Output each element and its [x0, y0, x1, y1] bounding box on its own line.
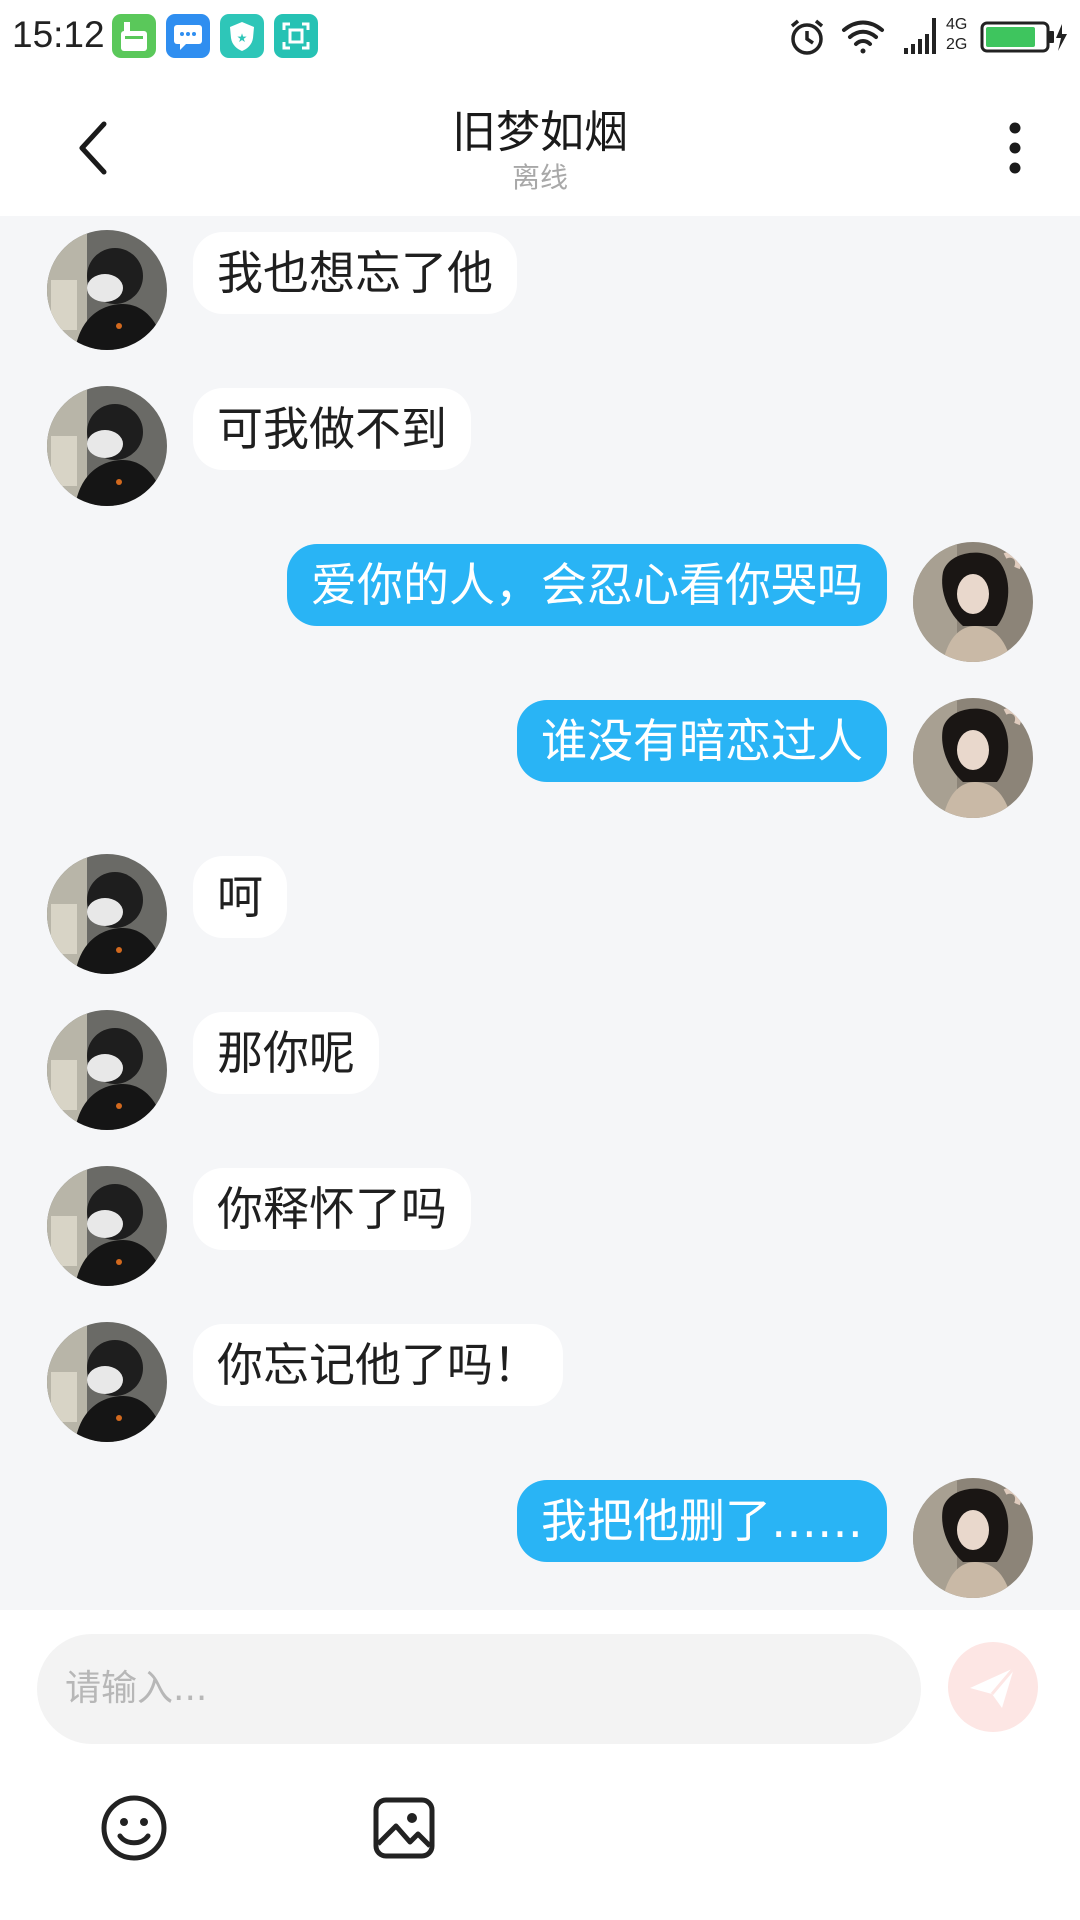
battery-icon — [980, 20, 1070, 58]
message-row: 爱你的人，会忍心看你哭吗 — [0, 542, 1080, 664]
message-row: 那你呢 — [0, 1010, 1080, 1132]
contact-avatar[interactable] — [47, 854, 167, 974]
message-bubble-incoming[interactable]: 你释怀了吗 — [193, 1168, 471, 1250]
contact-avatar-image — [47, 854, 167, 974]
network-type-top: 4G — [946, 16, 968, 33]
contact-avatar-image — [47, 386, 167, 506]
contact-avatar[interactable] — [47, 1166, 167, 1286]
my-avatar[interactable] — [913, 698, 1033, 818]
my-avatar-image — [913, 542, 1033, 662]
more-button[interactable] — [995, 118, 1035, 178]
my-avatar-image — [913, 698, 1033, 818]
scan-app-icon — [274, 14, 318, 58]
message-app-icon — [166, 14, 210, 58]
message-row: 你忘记他了吗！ — [0, 1322, 1080, 1444]
network-type-bottom: 2G — [946, 36, 968, 53]
image-button[interactable] — [368, 1792, 440, 1864]
send-button[interactable] — [948, 1642, 1038, 1732]
more-vertical-icon — [1009, 122, 1021, 174]
contact-avatar[interactable] — [47, 386, 167, 506]
image-icon — [373, 1797, 435, 1859]
message-bubble-incoming[interactable]: 你忘记他了吗！ — [193, 1324, 563, 1406]
svg-text:★: ★ — [237, 31, 248, 45]
contact-status: 离线 — [511, 161, 568, 194]
chat-area[interactable]: 我也想忘了他 可我做不到 爱你的人，会忍心看你哭吗 谁没有暗恋过人 呵 那你呢 … — [0, 216, 1080, 1610]
message-bubble-incoming[interactable]: 那你呢 — [193, 1012, 379, 1094]
message-row: 你释怀了吗 — [0, 1166, 1080, 1288]
shield-app-icon: ★ — [220, 14, 264, 58]
contact-avatar-image — [47, 230, 167, 350]
message-bubble-outgoing[interactable]: 我把他删了…… — [517, 1480, 887, 1562]
alarm-icon — [786, 16, 828, 62]
message-row: 可我做不到 — [0, 386, 1080, 508]
message-row: 我也想忘了他 — [0, 230, 1080, 352]
my-avatar-image — [913, 1478, 1033, 1598]
message-bubble-outgoing[interactable]: 爱你的人，会忍心看你哭吗 — [287, 544, 887, 626]
message-bubble-outgoing[interactable]: 谁没有暗恋过人 — [517, 700, 887, 782]
contact-avatar-image — [47, 1010, 167, 1130]
status-bar: 15:12 ★ 4G 2G — [0, 0, 1080, 74]
message-input[interactable]: 请输入... — [37, 1634, 921, 1744]
wifi-icon — [840, 18, 886, 62]
chat-header: 旧梦如烟 离线 — [0, 74, 1080, 216]
message-row: 呵 — [0, 854, 1080, 976]
contact-avatar[interactable] — [47, 230, 167, 350]
send-icon — [970, 1667, 1016, 1708]
emoji-icon — [101, 1795, 167, 1861]
contact-name: 旧梦如烟 — [452, 107, 628, 158]
contact-avatar[interactable] — [47, 1322, 167, 1442]
my-avatar[interactable] — [913, 1478, 1033, 1598]
message-bubble-incoming[interactable]: 可我做不到 — [193, 388, 471, 470]
contact-avatar-image — [47, 1322, 167, 1442]
cleaner-app-icon — [112, 14, 156, 58]
status-time: 15:12 — [12, 14, 105, 55]
emoji-button[interactable] — [98, 1792, 170, 1864]
message-bubble-incoming[interactable]: 我也想忘了他 — [193, 232, 517, 314]
my-avatar[interactable] — [913, 542, 1033, 662]
message-row: 我把他删了…… — [0, 1478, 1080, 1600]
message-bubble-incoming[interactable]: 呵 — [193, 856, 287, 938]
composer-panel: 请输入... — [0, 1610, 1080, 1920]
message-row: 谁没有暗恋过人 — [0, 698, 1080, 820]
contact-avatar[interactable] — [47, 1010, 167, 1130]
contact-avatar-image — [47, 1166, 167, 1286]
